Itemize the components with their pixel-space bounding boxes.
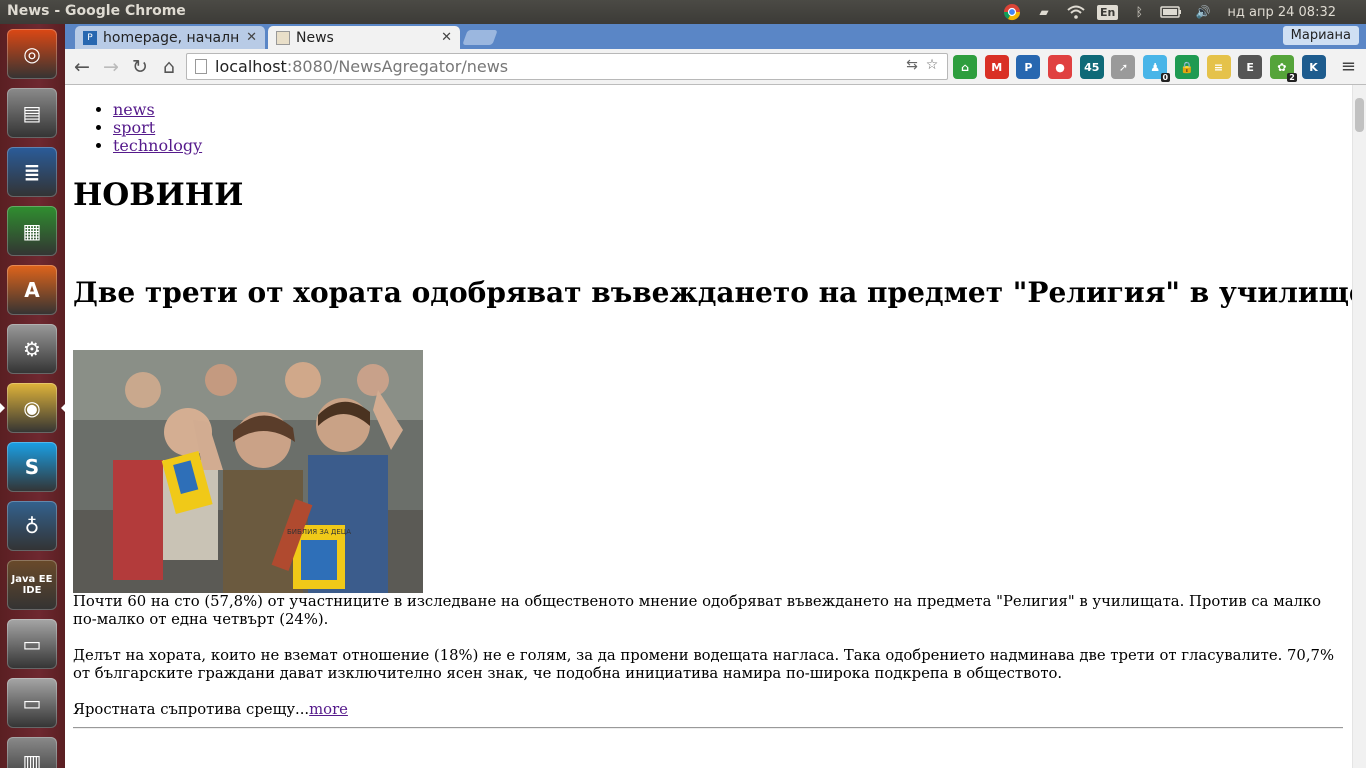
ghost-ext-icon[interactable]: ♟ 0 xyxy=(1143,55,1171,82)
drive-icon[interactable]: ▭ xyxy=(7,678,57,728)
java-ee-ide-icon[interactable]: Java EE IDE xyxy=(7,560,57,610)
extension-badge: 0 xyxy=(1160,73,1171,82)
forward-icon[interactable]: → xyxy=(99,55,123,79)
tab-strip: P homepage, начална ✕ News ✕ Мариана xyxy=(65,24,1366,49)
new-tab-button[interactable] xyxy=(462,30,498,45)
45-ext-icon[interactable]: 45 xyxy=(1079,55,1104,79)
battery-icon[interactable] xyxy=(1160,3,1182,21)
pin-ext-icon[interactable]: ➚ xyxy=(1111,55,1136,79)
page-icon xyxy=(195,59,207,74)
category-nav: news sport technology xyxy=(113,101,202,155)
k-ext-icon[interactable]: K xyxy=(1301,55,1326,79)
clock[interactable]: нд апр 24 08:32 xyxy=(1227,5,1336,20)
note-ext-icon[interactable]: ≡ xyxy=(1206,55,1231,79)
close-icon[interactable]: ✕ xyxy=(441,30,452,45)
ubuntu-dash-icon[interactable]: ◎ xyxy=(7,29,57,79)
tray-app-icon[interactable]: ▰ xyxy=(1033,3,1055,21)
close-icon[interactable]: ✕ xyxy=(246,30,257,45)
tab-title: homepage, начална xyxy=(103,29,241,46)
keyboard-layout-indicator[interactable]: En xyxy=(1097,4,1119,20)
url-host: localhost xyxy=(215,57,287,76)
volume-icon[interactable]: 🔊 xyxy=(1192,3,1214,21)
news-favicon-icon xyxy=(276,30,290,45)
article-teaser-line: Яростната съпротива срещу...more xyxy=(73,701,1343,719)
article-photo: БИБЛИЯ ЗА ДЕЦА xyxy=(73,350,423,593)
tab-homepage[interactable]: P homepage, начална ✕ xyxy=(75,26,265,49)
chrome-icon[interactable]: ◉ xyxy=(0,383,66,433)
software-center-icon[interactable]: A xyxy=(7,265,57,315)
evernote-ext-icon[interactable]: E xyxy=(1238,55,1263,79)
calc-icon[interactable]: ▦ xyxy=(7,206,57,256)
pgadmin-icon[interactable]: ♁ xyxy=(7,501,57,551)
translate-icon[interactable]: ⇆ xyxy=(902,57,922,73)
writer-icon[interactable]: ≣ xyxy=(7,147,57,197)
extensions-bar: ⌂ M P ● 45 ➚ ♟ 0 🔒 ≡ E ✿ 2 K xyxy=(953,55,1333,82)
article-teaser: Яростната съпротива срещу... xyxy=(73,701,310,718)
scrollbar[interactable] xyxy=(1352,85,1366,768)
article-title: Две трети от хората одобряват въвежданет… xyxy=(73,276,1352,309)
launcher: ◎ ▤ ≣ ▦ A ⚙ ◉ S ♁ Java EE IDE ▭ ▭ ▥ xyxy=(0,24,66,768)
article-paragraph: Делът на хората, които не вземат отношен… xyxy=(73,647,1335,682)
more-link[interactable]: more xyxy=(309,701,348,718)
window-title: News - Google Chrome xyxy=(7,3,186,19)
page-heading: НОВИНИ xyxy=(73,177,244,213)
article-body: Почти 60 на сто (57,8%) от участниците в… xyxy=(73,593,1343,737)
drive-icon[interactable]: ▭ xyxy=(7,619,57,669)
url-path: :8080/NewsAgregator/news xyxy=(286,57,509,76)
bluetooth-icon[interactable]: ᛒ xyxy=(1128,3,1150,21)
page-viewport: news sport technology НОВИНИ Две трети о… xyxy=(65,85,1352,768)
chrome-tray-icon[interactable] xyxy=(1001,3,1023,21)
reload-icon[interactable]: ↻ xyxy=(128,55,152,79)
leaf-ext-icon[interactable]: ✿ 2 xyxy=(1269,55,1297,82)
nav-link-sport[interactable]: sport xyxy=(113,118,155,137)
files-icon[interactable]: ▤ xyxy=(7,88,57,138)
home-icon[interactable]: ⌂ xyxy=(157,55,181,79)
skype-icon[interactable]: S xyxy=(7,442,57,492)
bookmark-star-icon[interactable]: ☆ xyxy=(922,57,942,73)
pb-favicon-icon: P xyxy=(83,30,97,45)
top-panel: News - Google Chrome ▰ En ᛒ 🔊 нд апр 24 … xyxy=(0,0,1366,24)
lock-ext-icon[interactable]: 🔒 xyxy=(1174,55,1199,79)
divider xyxy=(73,727,1343,729)
browser-toolbar: ← → ↻ ⌂ localhost:8080/NewsAgregator/new… xyxy=(65,49,1366,85)
menu-icon[interactable]: ≡ xyxy=(1341,56,1356,77)
tab-title: News xyxy=(296,29,334,46)
nav-link-technology[interactable]: technology xyxy=(113,136,202,155)
pb-ext-icon[interactable]: P xyxy=(1016,55,1041,79)
address-bar[interactable]: localhost:8080/NewsAgregator/news ⇆ ☆ xyxy=(186,53,948,80)
tab-news[interactable]: News ✕ xyxy=(268,26,460,49)
book-title: БИБЛИЯ ЗА ДЕЦА xyxy=(287,528,351,536)
extension-badge: 2 xyxy=(1287,73,1297,82)
wifi-icon[interactable] xyxy=(1065,3,1087,21)
profile-button[interactable]: Мариана xyxy=(1282,26,1359,45)
system-settings-icon[interactable]: ⚙ xyxy=(7,324,57,374)
article-paragraph: Почти 60 на сто (57,8%) от участниците в… xyxy=(73,593,1322,628)
home-ext-icon[interactable]: ⌂ xyxy=(953,55,977,79)
scrollbar-thumb[interactable] xyxy=(1355,98,1364,132)
gmail-ext-icon[interactable]: M xyxy=(984,55,1009,79)
back-icon[interactable]: ← xyxy=(70,55,94,79)
system-tray: ▰ En ᛒ 🔊 нд апр 24 08:32 xyxy=(996,0,1366,24)
trash-icon[interactable]: ▥ xyxy=(7,737,57,768)
tomato-ext-icon[interactable]: ● xyxy=(1048,55,1073,79)
nav-link-news[interactable]: news xyxy=(113,100,155,119)
